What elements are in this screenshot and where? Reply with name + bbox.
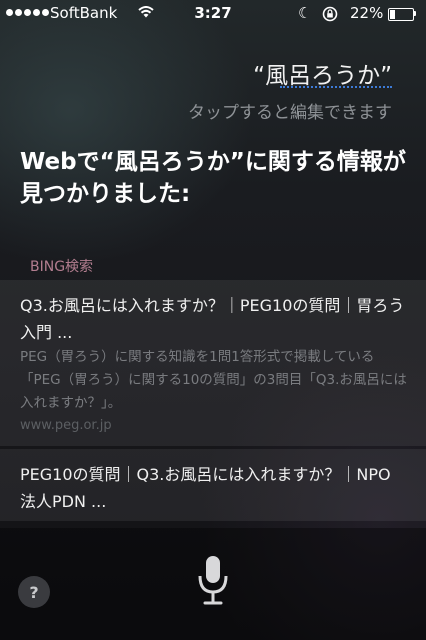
spoken-query[interactable]: “風呂ろうか” bbox=[253, 56, 392, 90]
status-bar: SoftBank 3:27 ☾ 22% bbox=[0, 0, 426, 28]
battery-level bbox=[390, 10, 395, 19]
result-title[interactable]: PEG10の質問｜Q3.お風呂には入れますか？｜NPO法人PDN ... bbox=[20, 461, 406, 515]
rotation-lock-icon bbox=[322, 6, 338, 22]
do-not-disturb-icon: ☾ bbox=[298, 4, 312, 22]
bing-search-label: BING検索 bbox=[30, 259, 94, 275]
siri-response-headline: Webで“風呂ろうか”に関する情報が見つかりました: bbox=[20, 149, 406, 207]
battery-percent: 22% bbox=[350, 4, 384, 22]
battery-tip bbox=[414, 11, 416, 16]
tap-to-edit-hint: タップすると編集できます bbox=[188, 103, 392, 123]
result-snippet: PEG（胃ろう）に関する知識を1問1答形式で掲載している「PEG（胃ろう）に関す… bbox=[20, 349, 407, 411]
search-result[interactable]: PEG10の質問｜Q3.お風呂には入れますか？｜NPO法人PDN ... bbox=[0, 449, 426, 521]
result-source-url: www.peg.or.jp bbox=[20, 418, 112, 433]
search-result[interactable]: Q3.お風呂には入れますか？｜PEG10の質問｜胃ろう入門 ... PEG（胃ろ… bbox=[0, 280, 426, 446]
question-icon[interactable]: ? bbox=[18, 576, 50, 608]
result-title[interactable]: Q3.お風呂には入れますか？｜PEG10の質問｜胃ろう入門 ... bbox=[20, 292, 406, 346]
query-underline bbox=[280, 86, 392, 88]
microphone-icon[interactable] bbox=[195, 552, 231, 612]
battery-icon bbox=[388, 8, 414, 21]
